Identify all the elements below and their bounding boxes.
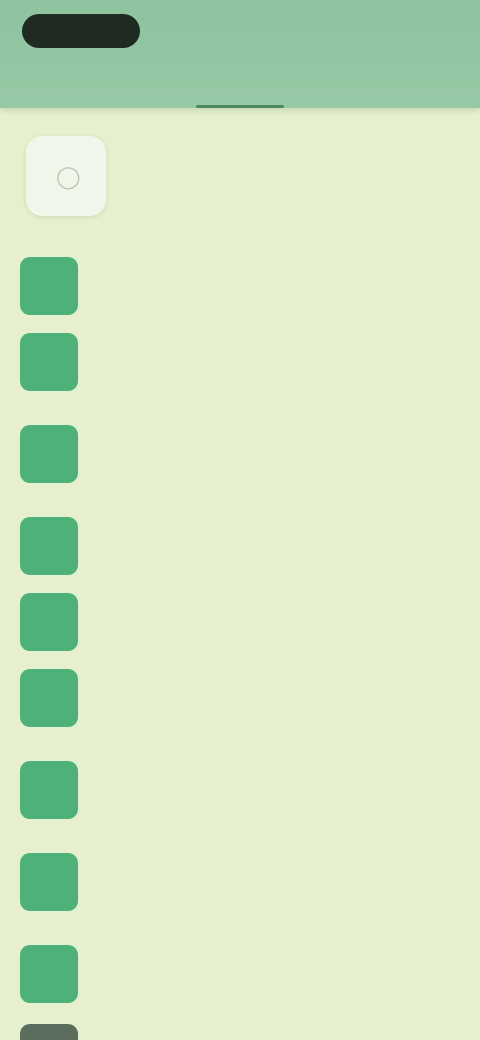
menu-item-icon — [20, 669, 78, 727]
tab-bar — [0, 70, 480, 108]
menu-item-icon — [20, 853, 78, 911]
menu-item[interactable] — [0, 844, 480, 920]
menu-item-icon — [20, 333, 78, 391]
menu-item[interactable] — [0, 400, 480, 508]
menu-item[interactable] — [0, 920, 480, 1028]
top-bar — [0, 0, 480, 108]
menu-list — [0, 248, 480, 1028]
menu-item-icon — [20, 257, 78, 315]
avatar[interactable]: ◯ — [26, 136, 106, 216]
menu-item[interactable] — [0, 248, 480, 324]
profile-header[interactable]: ◯ — [0, 132, 480, 228]
status-bar-pill — [22, 14, 140, 48]
menu-item[interactable] — [0, 736, 480, 844]
menu-item[interactable] — [0, 660, 480, 736]
menu-item-icon — [20, 593, 78, 651]
menu-item[interactable] — [0, 324, 480, 400]
menu-item-icon — [20, 425, 78, 483]
menu-item-partial[interactable] — [20, 1024, 78, 1040]
app-screen: ◯ — [0, 0, 480, 1040]
menu-item-icon — [20, 761, 78, 819]
menu-item-icon — [20, 517, 78, 575]
tab-active-indicator — [196, 105, 284, 108]
menu-item[interactable] — [0, 584, 480, 660]
menu-item[interactable] — [0, 508, 480, 584]
user-icon: ◯ — [56, 164, 81, 189]
menu-item-icon — [20, 945, 78, 1003]
